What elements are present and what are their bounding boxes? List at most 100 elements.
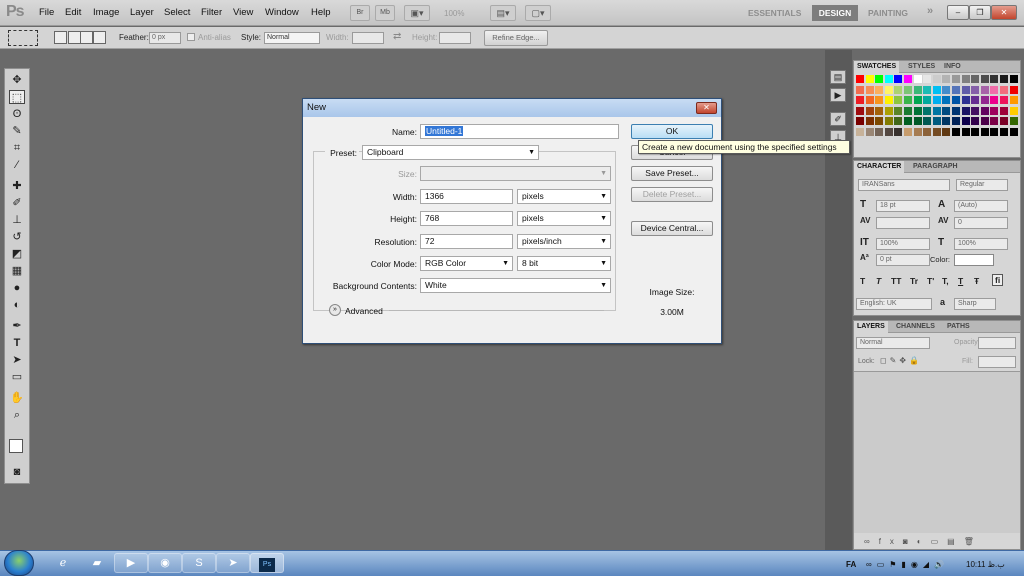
color-swatch[interactable]: [961, 96, 970, 104]
color-swatch[interactable]: [856, 75, 864, 83]
screen-mode-icon[interactable]: ▢▾: [525, 5, 551, 21]
tab-character[interactable]: CHARACTER: [854, 161, 905, 173]
zoom-tool-icon[interactable]: ⌕: [9, 408, 25, 422]
language-indicator[interactable]: FA: [846, 560, 856, 569]
color-swatch[interactable]: [894, 85, 903, 94]
color-swatch[interactable]: [942, 117, 951, 125]
color-swatch[interactable]: [1000, 85, 1008, 94]
color-swatch[interactable]: [884, 85, 893, 94]
marquee-preset-icon[interactable]: [8, 30, 38, 46]
menu-view[interactable]: View: [233, 7, 253, 18]
faux-bold-icon[interactable]: T: [860, 276, 865, 286]
media-player-taskbar-icon[interactable]: ▶: [114, 553, 148, 573]
menu-edit[interactable]: Edit: [65, 7, 81, 18]
height-input[interactable]: [439, 32, 471, 44]
color-swatch[interactable]: [971, 127, 980, 136]
color-swatch[interactable]: [942, 85, 951, 94]
vertical-scale-field[interactable]: 100%: [876, 238, 930, 250]
quick-select-tool-icon[interactable]: ✎: [9, 124, 25, 138]
explorer-taskbar-icon[interactable]: ▰: [80, 553, 114, 573]
gradient-tool-icon[interactable]: ▦: [9, 264, 25, 278]
brush-panel-icon[interactable]: ✐: [830, 112, 846, 126]
resolution-unit-select[interactable]: pixels/inch ▼: [517, 234, 611, 249]
ok-button[interactable]: OK: [631, 124, 713, 139]
color-swatch[interactable]: [1009, 106, 1018, 115]
size-select[interactable]: ▼: [420, 166, 611, 181]
color-swatch[interactable]: [952, 117, 960, 125]
dialog-close-button[interactable]: ✕: [696, 102, 717, 114]
style-select[interactable]: Normal: [264, 32, 320, 44]
fill-field[interactable]: [978, 356, 1016, 368]
text-color-swatch[interactable]: [954, 254, 994, 266]
width-unit-select[interactable]: pixels ▼: [517, 189, 611, 204]
color-swatch[interactable]: [904, 127, 912, 136]
tab-channels[interactable]: CHANNELS: [893, 321, 938, 333]
opacity-field[interactable]: [978, 337, 1016, 349]
language-select[interactable]: English: UK: [856, 298, 932, 310]
workspace-essentials[interactable]: ESSENTIALS: [748, 8, 801, 18]
subtract-selection-icon[interactable]: [80, 31, 93, 44]
window-close-button[interactable]: ✕: [991, 5, 1017, 20]
font-style-select[interactable]: Regular: [956, 179, 1008, 191]
menu-help[interactable]: Help: [311, 7, 331, 18]
mini-bridge-button[interactable]: Mb: [375, 5, 395, 21]
color-swatch[interactable]: [904, 96, 912, 104]
color-swatch[interactable]: [961, 106, 970, 115]
start-button[interactable]: [4, 550, 34, 576]
color-swatch[interactable]: [894, 75, 903, 83]
shape-tool-icon[interactable]: ▭: [9, 370, 25, 384]
color-swatch[interactable]: [865, 106, 874, 115]
strikethrough-icon[interactable]: Ŧ: [974, 276, 979, 286]
color-swatch[interactable]: [875, 85, 884, 94]
color-swatch[interactable]: [865, 85, 874, 94]
intersect-selection-icon[interactable]: [93, 31, 106, 44]
subscript-icon[interactable]: T,: [942, 276, 949, 286]
color-swatch[interactable]: [913, 117, 922, 125]
refine-edge-button[interactable]: Refine Edge...: [484, 30, 548, 46]
color-swatch[interactable]: [971, 75, 980, 83]
color-swatch[interactable]: [952, 85, 960, 94]
layer-actions-icons[interactable]: ∞fx◙◐▭▤🗑: [864, 537, 983, 546]
name-field[interactable]: Untitled-1: [420, 124, 619, 139]
color-swatch[interactable]: [1000, 75, 1008, 83]
device-central-button[interactable]: Device Central...: [631, 221, 713, 236]
blur-tool-icon[interactable]: ●: [9, 281, 25, 295]
view-extras-icon[interactable]: ▣▾: [404, 5, 430, 21]
width-field[interactable]: 1366: [420, 189, 513, 204]
horizontal-scale-field[interactable]: 100%: [954, 238, 1008, 250]
color-swatch[interactable]: [923, 106, 932, 115]
color-swatch[interactable]: [1009, 117, 1018, 125]
color-swatch[interactable]: [971, 96, 980, 104]
color-swatch[interactable]: [990, 106, 999, 115]
color-swatch[interactable]: [980, 85, 989, 94]
color-swatch[interactable]: [952, 96, 960, 104]
font-size-field[interactable]: 18 pt: [876, 200, 930, 212]
color-swatch[interactable]: [980, 127, 989, 136]
photoshop-taskbar-icon[interactable]: Ps: [250, 553, 284, 573]
lasso-tool-icon[interactable]: ʘ: [9, 107, 25, 121]
actions-panel-icon[interactable]: ▶: [830, 88, 846, 102]
underline-icon[interactable]: T: [958, 276, 963, 286]
telegram-taskbar-icon[interactable]: ➤: [216, 553, 250, 573]
blend-mode-select[interactable]: Normal: [856, 337, 930, 349]
color-swatch[interactable]: [990, 96, 999, 104]
color-swatch[interactable]: [875, 96, 884, 104]
tab-info[interactable]: INFO: [941, 61, 964, 73]
color-swatch[interactable]: [1000, 106, 1008, 115]
move-tool-icon[interactable]: ✥: [9, 73, 25, 87]
color-swatch[interactable]: [1009, 75, 1018, 83]
color-mode-select[interactable]: RGB Color ▼: [420, 256, 513, 271]
tab-styles[interactable]: STYLES: [905, 61, 938, 73]
height-unit-select[interactable]: pixels ▼: [517, 211, 611, 226]
dodge-tool-icon[interactable]: ◐: [9, 298, 25, 312]
color-swatch[interactable]: [980, 106, 989, 115]
menu-image[interactable]: Image: [93, 7, 119, 18]
history-brush-tool-icon[interactable]: ↺: [9, 230, 25, 244]
menu-filter[interactable]: Filter: [201, 7, 222, 18]
color-swatch[interactable]: [932, 106, 941, 115]
pen-tool-icon[interactable]: ✒: [9, 319, 25, 333]
tab-paths[interactable]: PATHS: [944, 321, 973, 333]
color-swatch[interactable]: [932, 117, 941, 125]
color-swatch[interactable]: [980, 117, 989, 125]
color-swatch[interactable]: [884, 75, 893, 83]
